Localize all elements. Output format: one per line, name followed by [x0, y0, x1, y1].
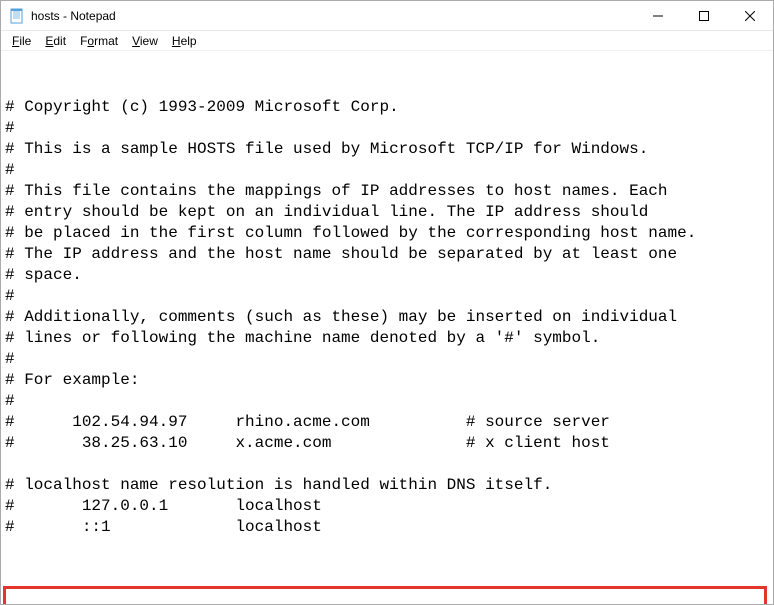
editor-line: # Copyright (c) 1993-2009 Microsoft Corp…	[5, 97, 769, 118]
editor-line: # This is a sample HOSTS file used by Mi…	[5, 139, 769, 160]
window-controls	[635, 1, 773, 30]
editor-line: # For example:	[5, 370, 769, 391]
close-button[interactable]	[727, 1, 773, 30]
editor-line: # lines or following the machine name de…	[5, 328, 769, 349]
menu-file[interactable]: File	[5, 32, 38, 50]
menu-help[interactable]: Help	[165, 32, 204, 50]
maximize-button[interactable]	[681, 1, 727, 30]
minimize-button[interactable]	[635, 1, 681, 30]
editor-line: #	[5, 349, 769, 370]
highlighted-entry: 10.100.100.10 mystorageaccount.blob.myda…	[3, 586, 767, 604]
editor-line: # 102.54.94.97 rhino.acme.com # source s…	[5, 412, 769, 433]
window-title: hosts - Notepad	[31, 9, 635, 23]
editor-line: # entry should be kept on an individual …	[5, 202, 769, 223]
editor-line: # space.	[5, 265, 769, 286]
editor-line: # The IP address and the host name shoul…	[5, 244, 769, 265]
text-editor[interactable]: # Copyright (c) 1993-2009 Microsoft Corp…	[1, 51, 773, 604]
editor-line: # ::1 localhost	[5, 517, 769, 538]
editor-line: #	[5, 118, 769, 139]
editor-line: #	[5, 160, 769, 181]
editor-line	[5, 454, 769, 475]
menu-format[interactable]: Format	[73, 32, 125, 50]
editor-line: # localhost name resolution is handled w…	[5, 475, 769, 496]
editor-line: # be placed in the first column followed…	[5, 223, 769, 244]
menubar: File Edit Format View Help	[1, 31, 773, 51]
editor-line: #	[5, 391, 769, 412]
menu-edit[interactable]: Edit	[38, 32, 73, 50]
editor-line: # 38.25.63.10 x.acme.com # x client host	[5, 433, 769, 454]
notepad-icon	[9, 8, 25, 24]
editor-line: # This file contains the mappings of IP …	[5, 181, 769, 202]
menu-view[interactable]: View	[125, 32, 165, 50]
editor-line: #	[5, 286, 769, 307]
editor-line: # 127.0.0.1 localhost	[5, 496, 769, 517]
titlebar: hosts - Notepad	[1, 1, 773, 31]
editor-line: # Additionally, comments (such as these)…	[5, 307, 769, 328]
